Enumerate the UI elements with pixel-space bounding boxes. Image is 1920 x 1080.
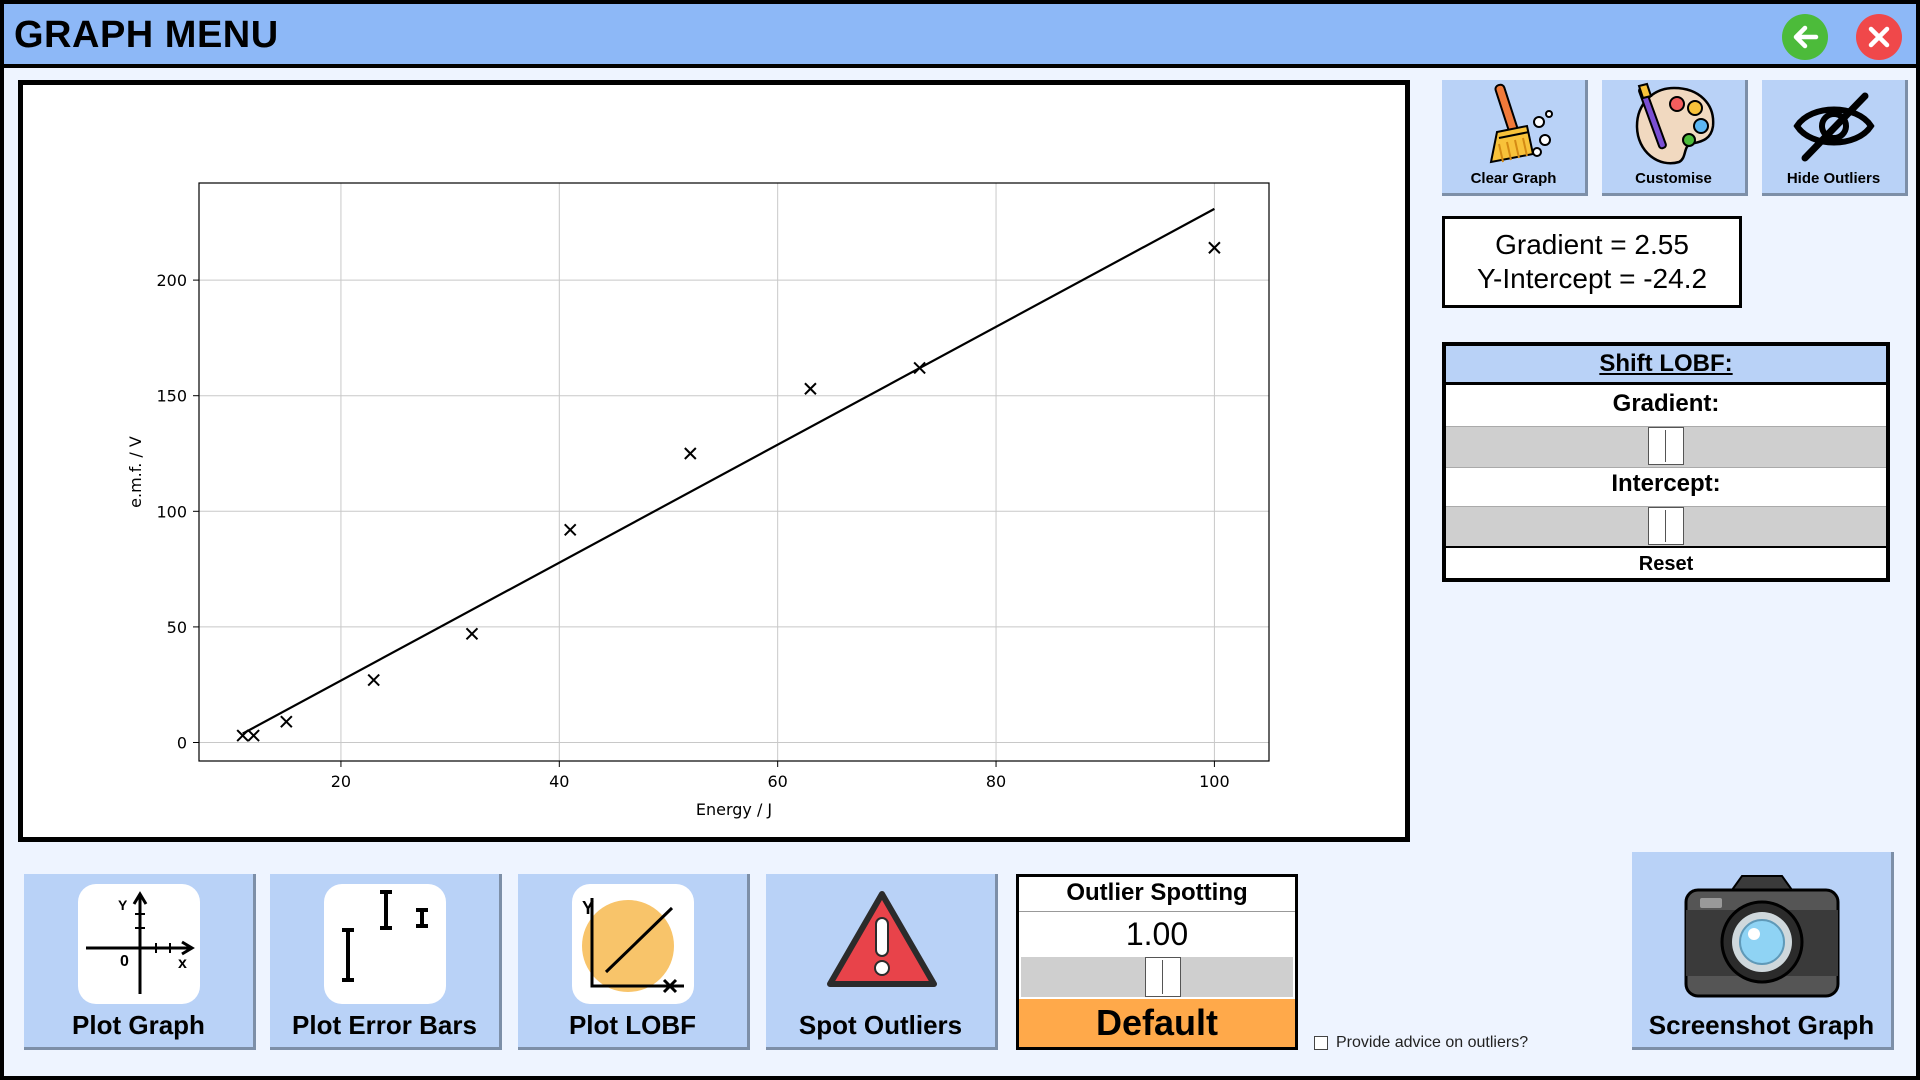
plot-error-bars-button[interactable]: Plot Error Bars (270, 874, 502, 1050)
plot-lobf-button[interactable]: Y Plot LOBF (518, 874, 750, 1050)
line-of-best-fit (242, 207, 1215, 735)
camera-icon (1684, 875, 1840, 998)
shift-lobf-panel: Shift LOBF: Gradient: Intercept: Reset (1442, 342, 1890, 582)
broom-icon (1489, 83, 1553, 164)
svg-text:x: x (178, 955, 187, 972)
window-title: GRAPH MENU (14, 14, 279, 56)
back-button[interactable] (1782, 14, 1828, 60)
screenshot-graph-label: Screenshot Graph (1648, 1010, 1875, 1040)
plot-graph-label: Plot Graph (72, 1010, 205, 1040)
plot-lobf-label: Plot LOBF (568, 1010, 697, 1040)
graph-panel: 20 40 60 80 100 0 50 100 150 200 Energy / J e.m.f. … (18, 80, 1410, 842)
gradient-readout: Gradient = 2.55 (1495, 229, 1689, 260)
screenshot-graph-button[interactable]: Screenshot Graph (1632, 852, 1894, 1050)
line-of-best-fit-icon: Y (582, 898, 684, 994)
x-tick-label: 100 (1199, 772, 1230, 791)
customise-button[interactable]: Customise (1602, 80, 1748, 196)
axes-icon: Y 0 x (86, 891, 195, 994)
plot-area-frame (198, 182, 1270, 762)
data-point (280, 715, 293, 728)
y-tick-label: 100 (156, 502, 187, 521)
plot-graph-tile: Y 0 x (78, 884, 200, 1004)
gradient-slider-thumb[interactable] (1648, 427, 1684, 465)
y-tick-label: 50 (167, 618, 187, 637)
title-bar: GRAPH MENU (4, 4, 1916, 68)
outlier-threshold-slider[interactable] (1021, 957, 1293, 997)
x-tick-label: 20 (331, 772, 351, 791)
data-point (247, 729, 260, 742)
data-point (465, 627, 479, 641)
svg-text:Y: Y (118, 897, 128, 913)
eye-slash-icon (1792, 92, 1875, 162)
plot-graph-button[interactable]: Y 0 x Plot Graph (24, 874, 256, 1050)
x-tick-label: 40 (549, 772, 569, 791)
gradient-slider-label: Gradient: (1612, 390, 1720, 417)
graph-menu-window: GRAPH MENU 20 40 60 80 100 0 50 100 150 200 Energy… (4, 4, 1916, 1076)
warning-icon (827, 891, 937, 987)
scatter-chart: 20 40 60 80 100 0 50 100 150 200 Energy / J e.m.f. … (126, 182, 1270, 819)
intercept-slider[interactable] (1446, 506, 1886, 548)
outlier-advice-label: Provide advice on outliers? (1336, 1034, 1529, 1051)
error-bars-icon (342, 890, 428, 982)
y-axis-label: e.m.f. / V (126, 436, 145, 508)
shift-lobf-title: Shift LOBF: (1446, 346, 1886, 385)
data-point (564, 523, 577, 537)
clear-graph-button[interactable]: Clear Graph (1442, 80, 1588, 196)
spot-outliers-label: Spot Outliers (798, 1010, 963, 1040)
lobf-equation-display: Gradient = 2.55 Y-Intercept = -24.2 (1442, 216, 1742, 308)
data-point (684, 447, 697, 460)
intercept-readout: Y-Intercept = -24.2 (1476, 263, 1708, 294)
y-tick-label: 0 (177, 734, 187, 753)
arrow-left-icon (1793, 25, 1819, 49)
outlier-spotting-panel: Outlier Spotting 1.00 Default (1016, 874, 1298, 1050)
gradient-slider[interactable] (1446, 426, 1886, 468)
customise-label: Customise (1635, 170, 1712, 187)
intercept-slider-label: Intercept: (1611, 470, 1721, 497)
default-button[interactable]: Default (1019, 999, 1295, 1047)
outlier-spotting-title: Outlier Spotting (1066, 879, 1248, 906)
palette-icon (1635, 82, 1714, 165)
data-point (804, 382, 817, 395)
plot-lobf-tile: Y (572, 884, 694, 1004)
data-point (367, 673, 380, 687)
x-tick-label: 80 (986, 772, 1006, 791)
data-point (913, 361, 926, 375)
svg-text:0: 0 (120, 953, 129, 970)
x-axis-label: Energy / J (696, 800, 772, 819)
data-point (236, 729, 249, 742)
reset-button[interactable]: Reset (1446, 546, 1886, 580)
x-tick-label: 60 (767, 772, 787, 791)
close-button[interactable] (1856, 14, 1902, 60)
spot-outliers-button[interactable]: Spot Outliers (766, 874, 998, 1050)
close-icon (1868, 26, 1890, 48)
outlier-advice-checkbox[interactable] (1314, 1036, 1328, 1050)
clear-graph-label: Clear Graph (1470, 170, 1557, 187)
hide-outliers-button[interactable]: Hide Outliers (1762, 80, 1908, 196)
intercept-slider-thumb[interactable] (1648, 507, 1684, 545)
plot-error-bars-label: Plot Error Bars (292, 1010, 477, 1040)
outlier-advice-option[interactable]: Provide advice on outliers? (1314, 1034, 1528, 1052)
y-tick-label: 200 (156, 271, 187, 290)
hide-outliers-label: Hide Outliers (1786, 170, 1881, 187)
svg-text:Y: Y (582, 898, 594, 918)
outlier-threshold-slider-thumb[interactable] (1145, 957, 1181, 997)
y-tick-label: 150 (156, 387, 187, 406)
plot-error-bars-tile (324, 884, 446, 1004)
outlier-threshold-value: 1.00 (1019, 911, 1295, 956)
